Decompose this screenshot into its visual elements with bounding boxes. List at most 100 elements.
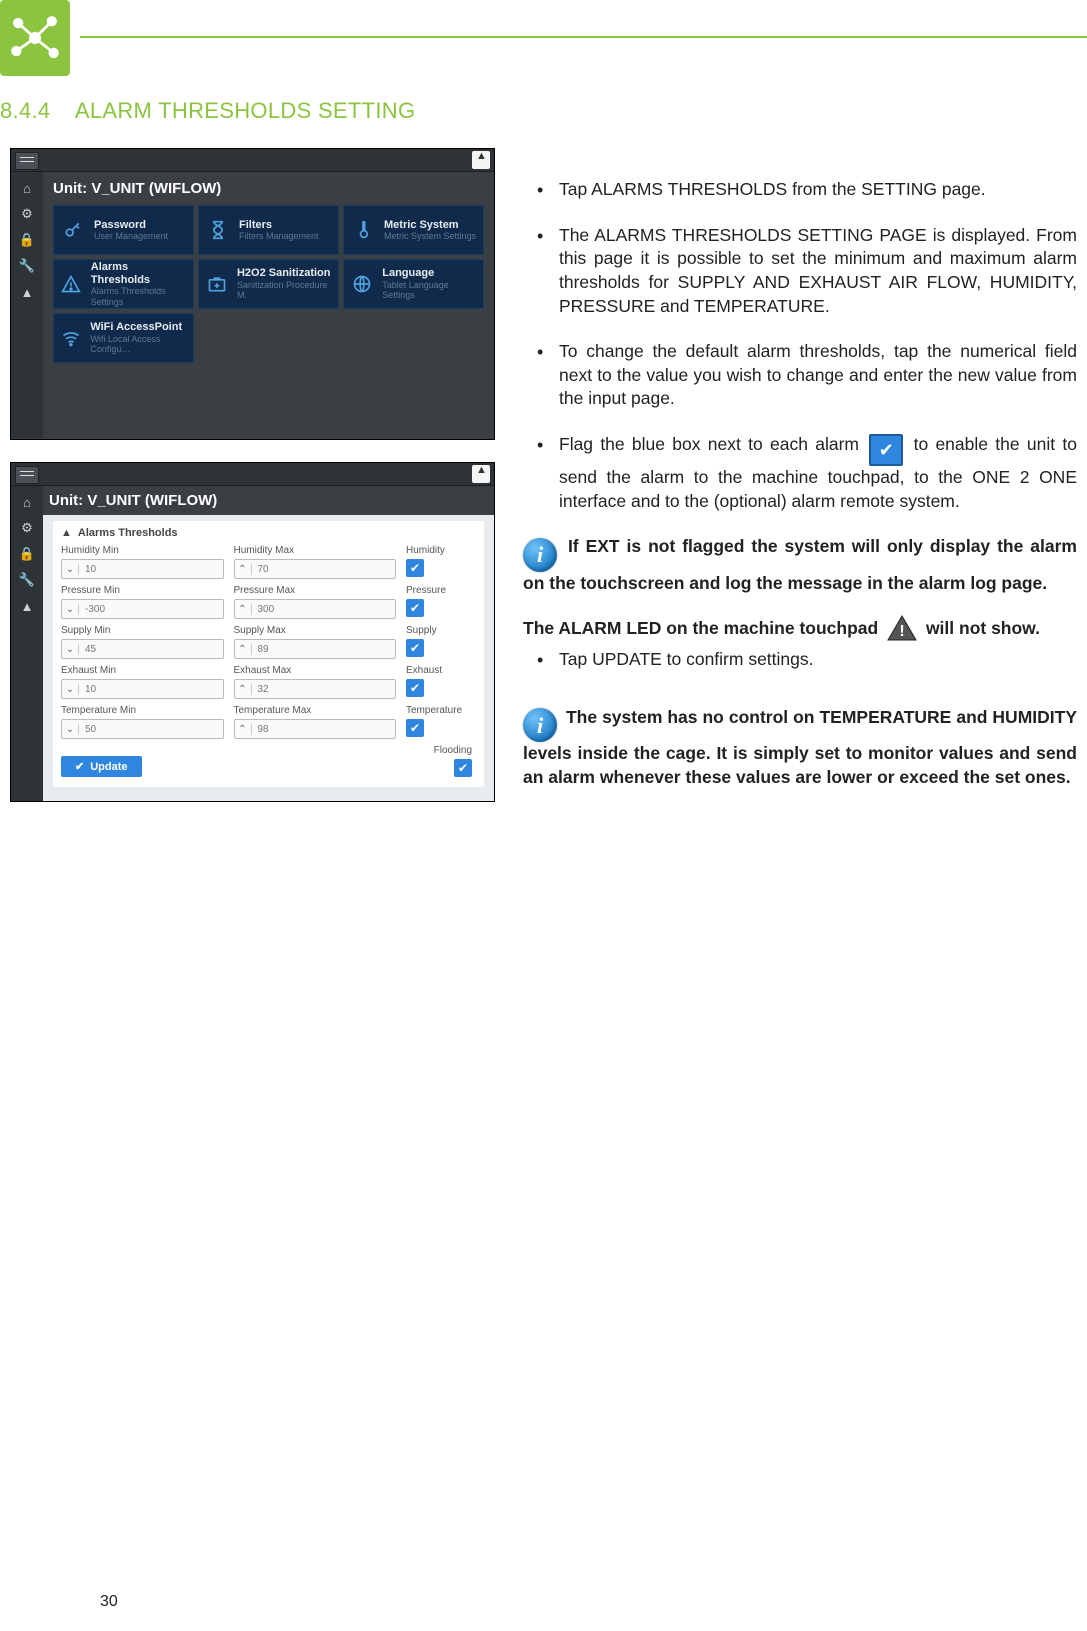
min-label: Temperature Min <box>61 705 224 716</box>
min-input[interactable]: ⌄10 <box>61 559 224 579</box>
sidebar-nav: ⌂ ⚙ 🔒 🔧 ▲ <box>11 486 43 801</box>
notification-icon[interactable] <box>472 465 490 483</box>
max-input[interactable]: ⌃300 <box>234 599 397 619</box>
max-label: Humidity Max <box>234 545 397 556</box>
chevron-up-icon[interactable]: ⌃ <box>235 604 252 615</box>
header-rule <box>80 36 1087 38</box>
settings-screenshot: ⌂ ⚙ 🔒 🔧 ▲ Unit: V_UNIT (WIFLOW) Password… <box>10 148 495 440</box>
min-label: Humidity Min <box>61 545 224 556</box>
enable-label: Supply <box>406 625 437 636</box>
threshold-row: Temperature Min ⌄50 Temperature Max ⌃98 Temp… <box>61 705 476 739</box>
unit-title: Unit: V_UNIT (WIFLOW) <box>53 180 484 197</box>
threshold-row: Humidity Min ⌄10 Humidity Max ⌃70 Humidity ✔ <box>61 545 476 579</box>
tile-sublabel: Alarms Thresholds Settings <box>91 286 187 307</box>
settings-tile[interactable]: FiltersFilters Management <box>198 205 339 255</box>
chevron-up-icon[interactable]: ⌃ <box>235 644 252 655</box>
settings-tile[interactable]: PasswordUser Management <box>53 205 194 255</box>
enable-checkbox[interactable]: ✔ <box>406 639 424 657</box>
enable-checkbox[interactable]: ✔ <box>406 559 424 577</box>
min-label: Supply Min <box>61 625 224 636</box>
settings-tile[interactable]: H2O2 SanitizationSanitization Procedure … <box>198 259 339 309</box>
menu-icon[interactable] <box>15 466 39 484</box>
settings-tile[interactable]: LanguageTablet Language Settings <box>343 259 484 309</box>
globe-icon <box>350 271 374 297</box>
wrench-icon[interactable]: 🔧 <box>17 570 37 590</box>
alarm-led-note: The ALARM LED on the machine touchpad ! … <box>523 614 1077 642</box>
medkit-icon <box>205 271 229 297</box>
chevron-down-icon[interactable]: ⌄ <box>62 724 79 735</box>
enable-checkbox[interactable]: ✔ <box>406 719 424 737</box>
flooding-checkbox[interactable]: ✔ <box>454 759 472 777</box>
chevron-down-icon[interactable]: ⌄ <box>62 564 79 575</box>
chevron-up-icon[interactable]: ⌃ <box>235 724 252 735</box>
thermo-icon <box>350 217 376 243</box>
tile-sublabel: Tablet Language Settings <box>382 280 477 301</box>
tile-label: Metric System <box>384 219 476 232</box>
enable-label: Humidity <box>406 545 445 556</box>
home-icon[interactable]: ⌂ <box>17 492 37 512</box>
lock-icon[interactable]: 🔒 <box>17 544 37 564</box>
tile-sublabel: User Management <box>94 231 168 241</box>
check-icon: ✔ <box>75 760 84 773</box>
instruction-item: Flag the blue box next to each alarm ✔ t… <box>523 433 1077 513</box>
warning-icon: ▲ <box>61 527 72 539</box>
key-icon <box>60 217 86 243</box>
alert-icon[interactable]: ▲ <box>17 596 37 616</box>
tile-label: Password <box>94 219 168 232</box>
enable-checkbox[interactable]: ✔ <box>406 599 424 617</box>
sidebar-nav: ⌂ ⚙ 🔒 🔧 ▲ <box>11 172 43 438</box>
home-icon[interactable]: ⌂ <box>17 178 37 198</box>
tile-sublabel: Filters Management <box>239 231 319 241</box>
chevron-up-icon[interactable]: ⌃ <box>235 564 252 575</box>
gear-icon[interactable]: ⚙ <box>17 204 37 224</box>
alert-icon[interactable]: ▲ <box>17 282 37 302</box>
threshold-row: Pressure Min⌄-300Pressure Max⌃300Pressur… <box>61 585 476 619</box>
gear-icon[interactable]: ⚙ <box>17 518 37 538</box>
max-label: Pressure Max <box>234 585 397 596</box>
instruction-item: Tap UPDATE to confirm settings. <box>523 648 1077 672</box>
tile-label: Language <box>382 267 477 280</box>
enable-checkbox[interactable]: ✔ <box>406 679 424 697</box>
chevron-up-icon[interactable]: ⌃ <box>235 684 252 695</box>
lock-icon[interactable]: 🔒 <box>17 230 37 250</box>
tile-sublabel: Sanitization Procedure M. <box>237 280 332 301</box>
min-input[interactable]: ⌄45 <box>61 639 224 659</box>
min-input[interactable]: ⌄50 <box>61 719 224 739</box>
settings-tile[interactable]: Alarms ThresholdsAlarms Thresholds Setti… <box>53 259 194 309</box>
max-input[interactable]: ⌃32 <box>234 679 397 699</box>
min-input[interactable]: ⌄10 <box>61 679 224 699</box>
settings-tile[interactable]: Metric SystemMetric System Settings <box>343 205 484 255</box>
threshold-row: Exhaust Min⌄10Exhaust Max⌃32Exhaust✔ <box>61 665 476 699</box>
settings-tile[interactable]: WiFi AccessPointWifi Local Access Config… <box>53 313 194 363</box>
tile-label: H2O2 Sanitization <box>237 267 332 280</box>
max-label: Exhaust Max <box>234 665 397 676</box>
max-input[interactable]: ⌃70 <box>234 559 397 579</box>
warn-icon <box>60 271 83 297</box>
max-input[interactable]: ⌃98 <box>234 719 397 739</box>
min-input[interactable]: ⌄-300 <box>61 599 224 619</box>
wrench-icon[interactable]: 🔧 <box>17 256 37 276</box>
instruction-item: To change the default alarm thresholds, … <box>523 340 1077 411</box>
warning-triangle-icon: ! <box>886 614 918 642</box>
instruction-item: Tap ALARMS THRESHOLDS from the SETTING p… <box>523 178 1077 202</box>
instruction-item: The ALARMS THRESHOLDS SETTING PAGE is di… <box>523 224 1077 319</box>
chevron-down-icon[interactable]: ⌄ <box>62 604 79 615</box>
flooding-label: Flooding <box>434 745 472 756</box>
threshold-row: Supply Min⌄45Supply Max⌃89Supply✔ <box>61 625 476 659</box>
max-label: Temperature Max <box>234 705 397 716</box>
section-heading: 8.4.4 ALARM THRESHOLDS SETTING <box>0 98 1087 124</box>
menu-icon[interactable] <box>15 152 39 170</box>
tile-label: Alarms Thresholds <box>91 261 187 286</box>
page-header <box>0 0 1087 80</box>
chevron-down-icon[interactable]: ⌄ <box>62 684 79 695</box>
card-title: ▲ Alarms Thresholds <box>61 527 476 545</box>
info-icon: i <box>523 538 557 572</box>
enable-label: Temperature <box>406 705 462 716</box>
max-input[interactable]: ⌃89 <box>234 639 397 659</box>
tile-label: WiFi AccessPoint <box>90 321 187 334</box>
enable-label: Exhaust <box>406 665 442 676</box>
notification-icon[interactable] <box>472 151 490 169</box>
wifi-icon <box>60 325 82 351</box>
update-button[interactable]: ✔ Update <box>61 756 142 777</box>
chevron-down-icon[interactable]: ⌄ <box>62 644 79 655</box>
